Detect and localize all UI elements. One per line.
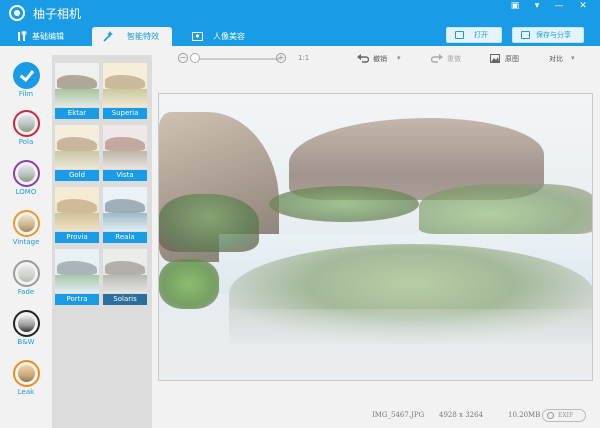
filter-provia[interactable]: Provia <box>55 187 99 243</box>
filter-portra[interactable]: Portra <box>55 249 99 305</box>
filter-preview <box>55 63 99 107</box>
undo-button[interactable]: 撤销 <box>373 54 387 64</box>
filter-preview <box>103 63 147 107</box>
redo-button[interactable]: 重做 <box>447 54 461 64</box>
tab-portrait-beauty[interactable]: 人像美容 <box>192 27 272 46</box>
original-image-icon <box>490 54 500 63</box>
minimize-button[interactable]: — <box>548 0 570 14</box>
filter-preview <box>55 125 99 169</box>
photo-preview[interactable] <box>158 93 593 381</box>
file-name: IMG_5467.JPG <box>372 411 425 419</box>
filter-preview <box>55 187 99 231</box>
app-title: 柚子相机 <box>33 7 82 21</box>
pola-thumbnail-icon <box>13 110 40 137</box>
tools-icon <box>18 31 27 41</box>
fade-thumbnail-icon <box>13 260 40 287</box>
compare-button[interactable]: 对比 <box>549 54 563 64</box>
zoom-slider-handle[interactable] <box>190 53 200 63</box>
photo-blur <box>159 309 592 380</box>
compare-dropdown[interactable]: ▾ <box>571 54 575 62</box>
file-size: 10.20MB <box>508 411 541 419</box>
checkmark-icon <box>13 62 40 89</box>
filter-preview <box>55 249 99 293</box>
photo-foreground <box>159 259 219 309</box>
filter-superia[interactable]: Superia <box>103 63 147 119</box>
original-image-button[interactable]: 原图 <box>505 54 519 64</box>
magic-wand-icon <box>103 31 113 42</box>
leak-thumbnail-icon <box>13 360 40 387</box>
photo-moss <box>419 184 592 234</box>
tab-label: 人像美容 <box>213 32 245 41</box>
photo-moss <box>269 186 419 222</box>
undo-history-dropdown[interactable]: ▾ <box>397 54 401 62</box>
open-icon <box>455 31 464 39</box>
zoom-ratio[interactable]: 1:1 <box>298 54 309 62</box>
save-share-button[interactable]: 保存与分享 <box>512 27 584 43</box>
zoom-out-icon[interactable]: − <box>178 53 188 63</box>
tab-label: 智能特效 <box>127 32 159 41</box>
status-bar: IMG_5467.JPG 4928 x 3264 10.20MB EXIF <box>152 402 600 428</box>
photo-moss <box>159 194 259 252</box>
filter-solaris[interactable]: Solaris <box>103 249 147 305</box>
filter-reala[interactable]: Reala <box>103 187 147 243</box>
zoom-in-icon[interactable]: + <box>276 53 286 63</box>
tab-bar: 基础编辑 智能特效 人像美容 <box>0 27 600 46</box>
tab-label: 基础编辑 <box>32 32 64 41</box>
filter-gold[interactable]: Gold <box>55 125 99 181</box>
app-logo-icon <box>9 5 25 21</box>
filter-vista[interactable]: Vista <box>103 125 147 181</box>
filter-ektar[interactable]: Ektar <box>55 63 99 119</box>
filter-preview <box>103 125 147 169</box>
filter-preview <box>103 249 147 293</box>
bw-thumbnail-icon <box>13 310 40 337</box>
share-icon <box>521 31 530 39</box>
open-button[interactable]: 打开 <box>446 27 502 43</box>
close-button[interactable]: ✕ <box>572 0 594 14</box>
zoom-slider[interactable] <box>192 58 280 60</box>
tab-basic-edit[interactable]: 基础编辑 <box>16 27 86 46</box>
vintage-thumbnail-icon <box>13 210 40 237</box>
filter-preview <box>103 187 147 231</box>
undo-icon <box>357 54 369 63</box>
redo-icon <box>431 54 443 63</box>
filter-panel: Ektar Superia Gold Vista Provia Reala Po… <box>52 55 152 428</box>
title-bar: 柚子相机 ▣ ▾ — ✕ <box>0 0 600 27</box>
menu-dropdown-icon[interactable]: ▾ <box>526 0 548 14</box>
image-toolbar: − + 1:1 撤销 ▾ 重做 原图 对比 ▾ <box>152 46 600 72</box>
lomo-thumbnail-icon <box>13 160 40 187</box>
info-icon <box>547 412 554 419</box>
skin-icon[interactable]: ▣ <box>504 0 526 14</box>
image-dimensions: 4928 x 3264 <box>439 411 484 419</box>
exif-button[interactable]: EXIF <box>542 409 586 422</box>
tab-smart-effects[interactable]: 智能特效 <box>92 27 172 46</box>
portrait-icon <box>192 32 203 41</box>
category-list: Film Pola LOMO Vintage Fade B&W Leak <box>0 46 52 428</box>
